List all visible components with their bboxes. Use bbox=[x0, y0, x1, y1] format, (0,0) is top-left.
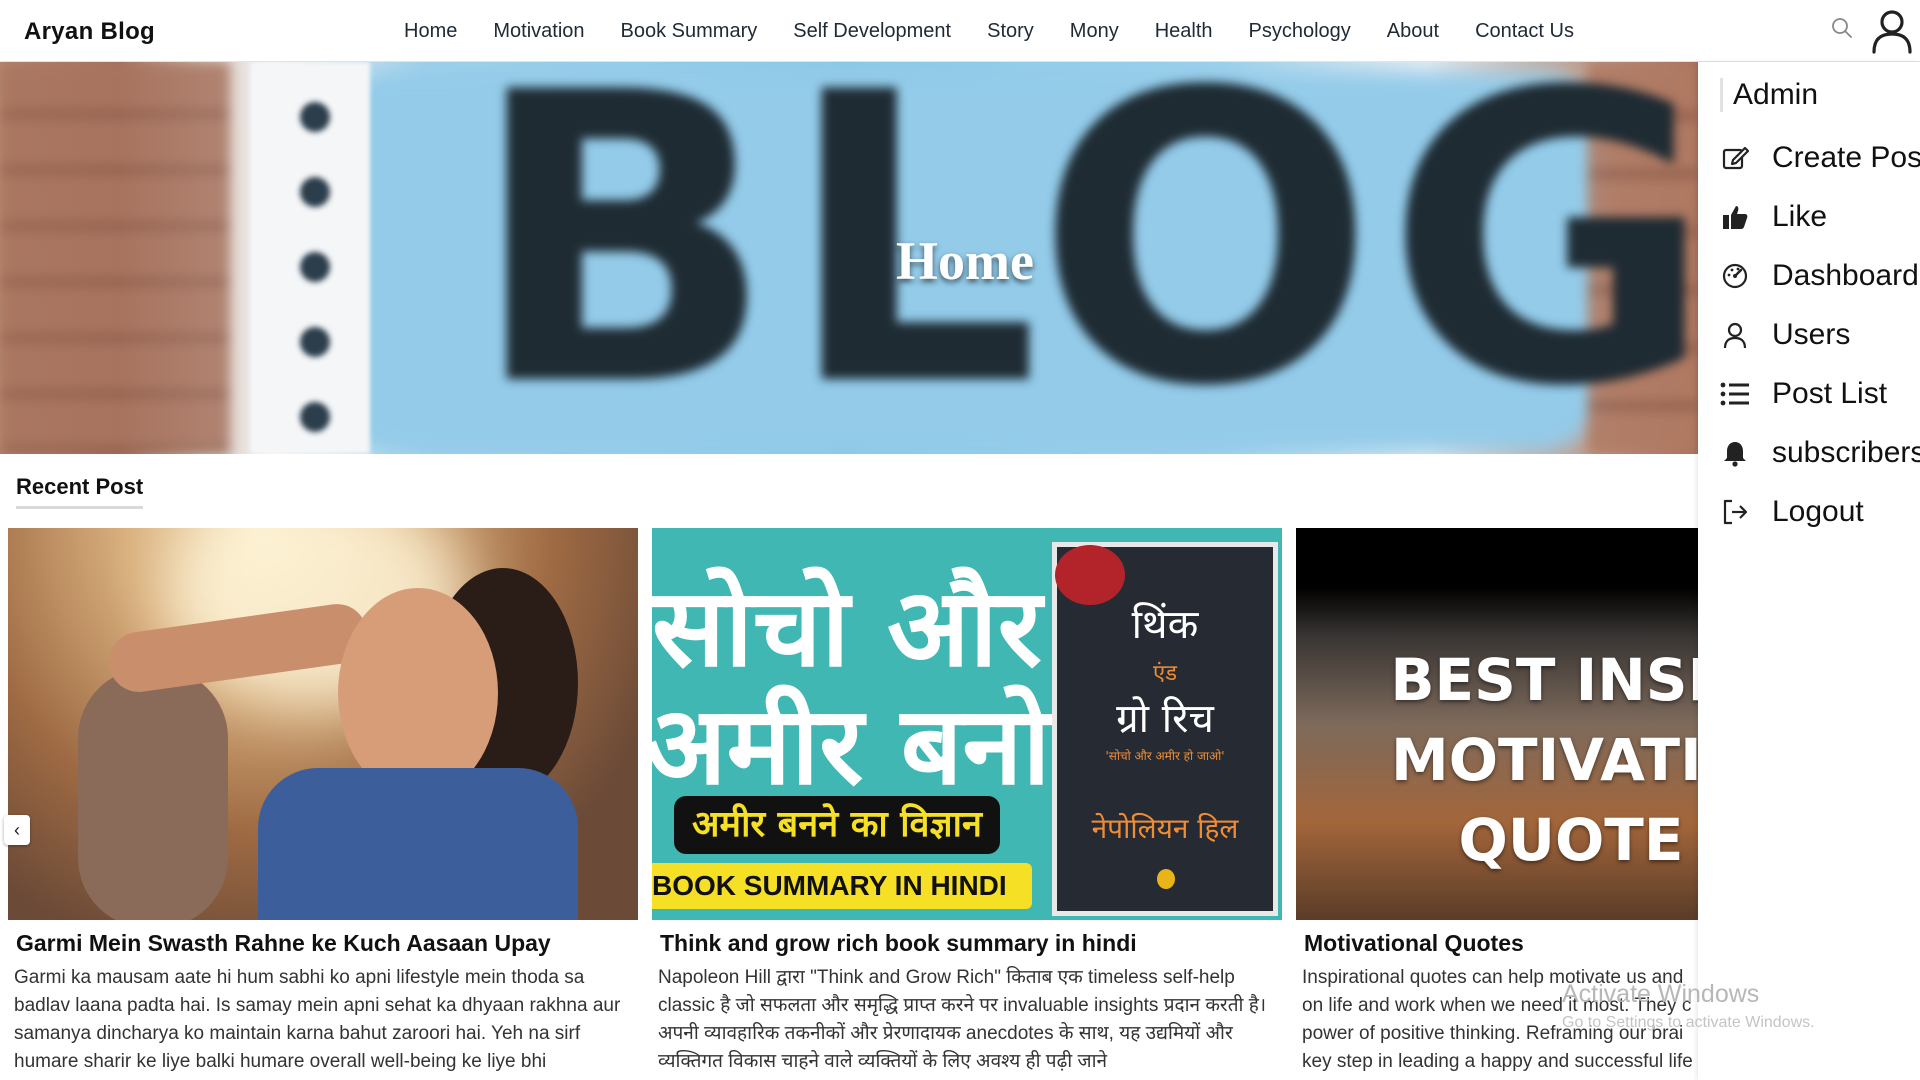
list-icon bbox=[1720, 379, 1750, 409]
notebook-hole bbox=[300, 402, 330, 432]
dashboard-icon bbox=[1720, 261, 1750, 291]
book-title-line1: थिंक bbox=[1131, 602, 1199, 648]
photo-shirt bbox=[258, 768, 578, 920]
nav-item-psychology[interactable]: Psychology bbox=[1249, 20, 1351, 43]
windows-activation-title: Activate Windows bbox=[1562, 980, 1760, 1008]
post-title[interactable]: Motivational Quotes bbox=[1304, 930, 1524, 957]
menu-item-like[interactable]: Like bbox=[1720, 197, 1827, 237]
thumb-text-line2: अमीर बनो bbox=[652, 684, 1051, 809]
post-title[interactable]: Garmi Mein Swasth Rahne ke Kuch Aasaan U… bbox=[16, 930, 551, 957]
publisher-logo bbox=[1157, 869, 1175, 889]
thumb-text-line1: BEST INSPI bbox=[1390, 646, 1698, 714]
menu-item-post-list[interactable]: Post List bbox=[1720, 374, 1887, 414]
page-title: Home bbox=[896, 231, 1034, 291]
post-thumbnail[interactable] bbox=[8, 528, 638, 920]
nav-item-book-summary[interactable]: Book Summary bbox=[621, 20, 758, 43]
thumb-strip-text: BOOK SUMMARY IN HINDI bbox=[652, 863, 1032, 909]
nav-item-home[interactable]: Home bbox=[404, 20, 457, 43]
post-thumbnail[interactable]: BEST INSPI MOTIVATIO QUOTE bbox=[1296, 528, 1698, 920]
menu-item-label: Users bbox=[1772, 318, 1851, 351]
thumb-text-line3: QUOTE bbox=[1458, 806, 1684, 874]
main-nav: Home Motivation Book Summary Self Develo… bbox=[404, 20, 1610, 43]
menu-item-label: Logout bbox=[1772, 495, 1864, 528]
nav-item-self-development[interactable]: Self Development bbox=[793, 20, 951, 43]
thumb-text-line2: MOTIVATIO bbox=[1391, 726, 1698, 794]
post-thumbnail[interactable]: सोचो और अमीर बनो अमीर बनने का विज्ञान BO… bbox=[652, 528, 1282, 920]
post-excerpt: Napoleon Hill द्वारा "Think and Grow Ric… bbox=[658, 967, 1267, 1072]
post-card[interactable]: सोचो और अमीर बनो अमीर बनने का विज्ञान BO… bbox=[652, 528, 1282, 1080]
menu-item-label: Dashboard bbox=[1772, 259, 1919, 292]
logout-icon bbox=[1720, 497, 1750, 527]
menu-item-label: Post List bbox=[1772, 377, 1888, 410]
book-title-line3: ग्रो रिच bbox=[1116, 696, 1214, 742]
windows-activation-subtitle: Go to Settings to activate Windows. bbox=[1562, 1014, 1815, 1031]
menu-item-subscribers[interactable]: subscribers bbox=[1720, 433, 1920, 473]
post-card[interactable]: Garmi Mein Swasth Rahne ke Kuch Aasaan U… bbox=[8, 528, 638, 1080]
book-tagline: 'सोचो और अमीर हो जाओ' bbox=[1105, 749, 1225, 763]
post-carousel: Garmi Mein Swasth Rahne ke Kuch Aasaan U… bbox=[0, 528, 1698, 1080]
photo-child bbox=[78, 668, 228, 920]
brand-logo[interactable]: Aryan Blog bbox=[24, 18, 155, 46]
carousel-prev-button[interactable]: ‹ bbox=[4, 815, 30, 845]
nav-item-mony[interactable]: Mony bbox=[1070, 20, 1119, 43]
post-excerpt: Garmi ka mausam aate hi hum sabhi ko apn… bbox=[14, 967, 621, 1072]
thumbs-up-icon bbox=[1720, 202, 1750, 232]
nav-item-contact-us[interactable]: Contact Us bbox=[1475, 20, 1574, 43]
menu-item-label: Like bbox=[1772, 200, 1828, 233]
nav-item-motivation[interactable]: Motivation bbox=[493, 20, 584, 43]
user-icon bbox=[1720, 320, 1750, 350]
menu-item-logout[interactable]: Logout bbox=[1720, 492, 1864, 532]
notebook-hole bbox=[300, 102, 330, 132]
search-icon[interactable] bbox=[1830, 16, 1854, 40]
menu-item-users[interactable]: Users bbox=[1720, 315, 1850, 355]
menu-item-create-post[interactable]: Create Post bbox=[1720, 138, 1920, 178]
chevron-left-icon: ‹ bbox=[14, 820, 20, 840]
admin-dropdown-menu: Admin Create Post Like Dashboard Users P… bbox=[1698, 62, 1920, 1080]
user-account-icon[interactable] bbox=[1870, 8, 1914, 54]
hero-banner: BLOG Home bbox=[0, 62, 1698, 454]
top-navbar: Aryan Blog Home Motivation Book Summary … bbox=[0, 0, 1920, 62]
dropdown-heading: Admin bbox=[1720, 78, 1818, 112]
photo-face bbox=[338, 588, 498, 798]
menu-item-label: Create Post bbox=[1772, 141, 1920, 174]
book-cover: थिंक एंड ग्रो रिच 'सोचो और अमीर हो जाओ' … bbox=[1052, 542, 1278, 916]
notebook-hole bbox=[300, 177, 330, 207]
menu-item-dashboard[interactable]: Dashboard bbox=[1720, 256, 1919, 296]
post-title[interactable]: Think and grow rich book summary in hind… bbox=[660, 930, 1137, 957]
notebook-hole bbox=[300, 327, 330, 357]
book-title-line2: एंड bbox=[1153, 661, 1177, 686]
book-author: नेपोलियन हिल bbox=[1091, 812, 1239, 845]
nav-item-story[interactable]: Story bbox=[987, 20, 1034, 43]
menu-item-label: subscribers bbox=[1772, 436, 1920, 469]
section-heading-recent-post: Recent Post bbox=[16, 474, 144, 509]
nav-item-about[interactable]: About bbox=[1387, 20, 1439, 43]
bell-icon bbox=[1720, 438, 1750, 468]
nav-item-health[interactable]: Health bbox=[1155, 20, 1213, 43]
thumb-pill-text: अमीर बनने का विज्ञान bbox=[674, 796, 1000, 854]
edit-icon bbox=[1720, 143, 1750, 173]
